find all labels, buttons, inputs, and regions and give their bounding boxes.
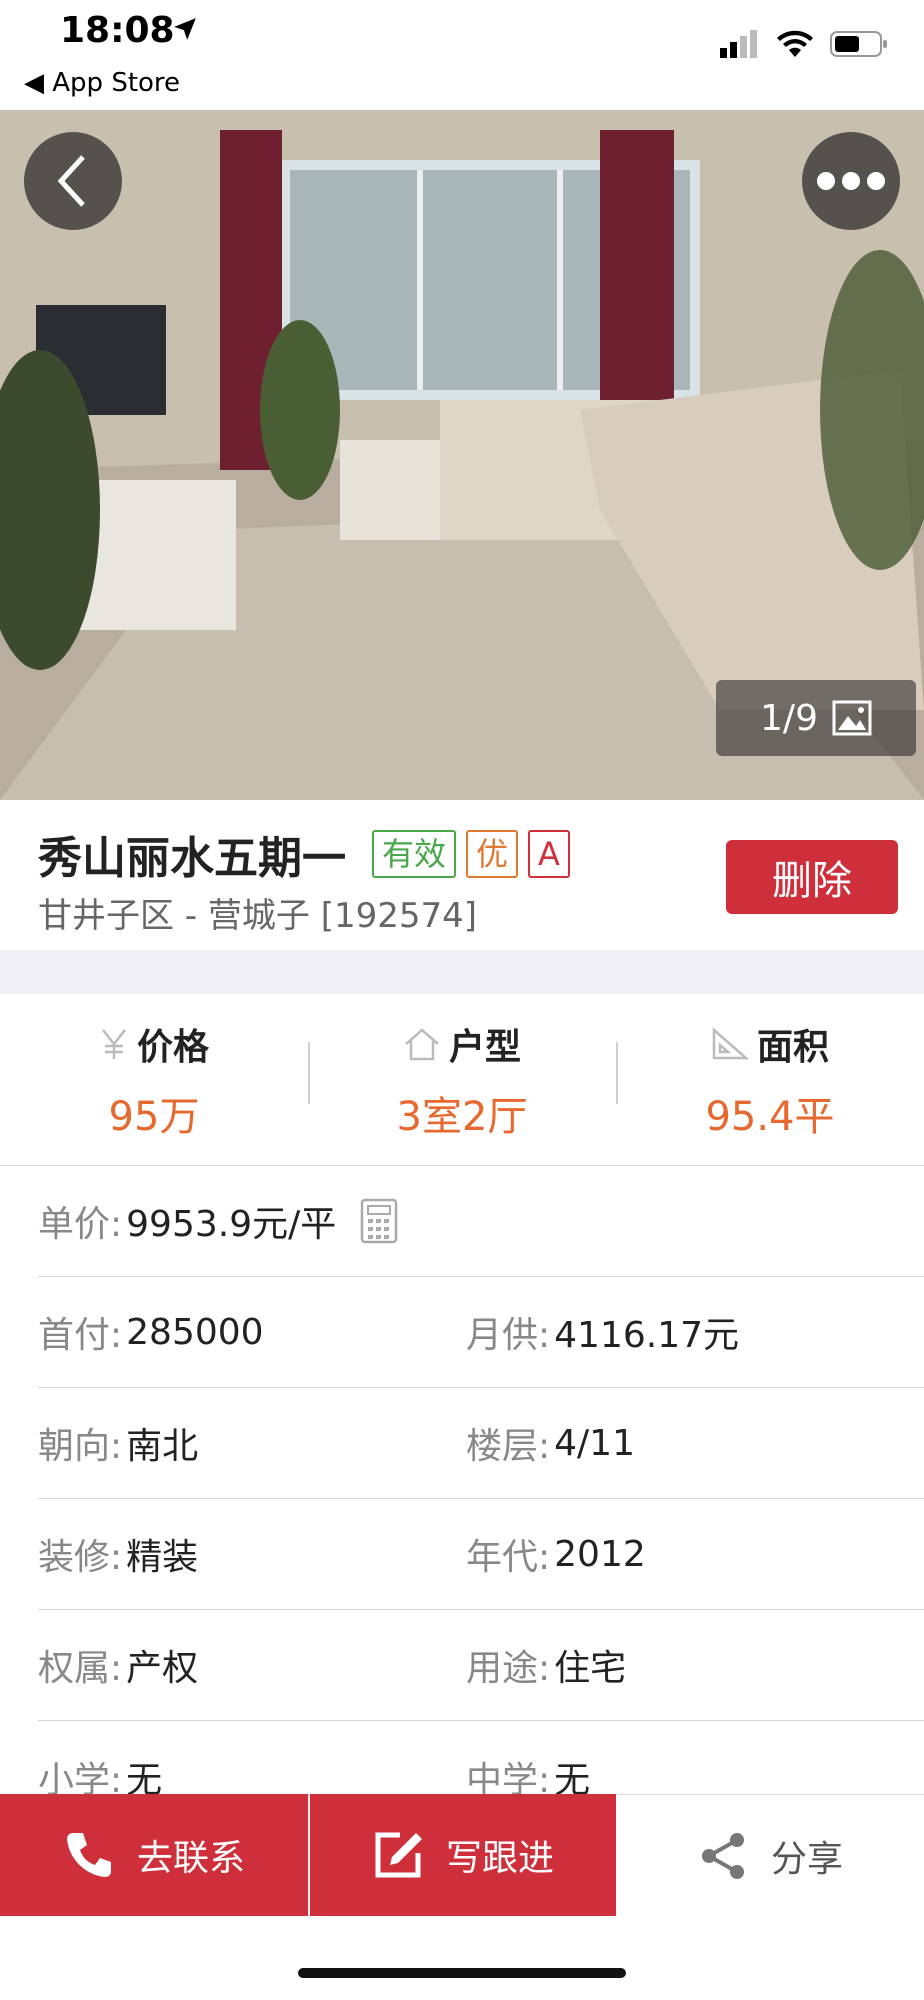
floor-label: 楼层:	[466, 1426, 551, 1467]
quality-badge: 优	[466, 830, 519, 878]
more-button[interactable]	[802, 132, 900, 230]
stat-area: 面积 95.4平	[616, 994, 924, 1165]
down-payment-label: 首付:	[38, 1315, 123, 1356]
listing-photo[interactable]: 1/9	[0, 110, 924, 800]
detail-row: 朝向: 南北 楼层: 4/11	[38, 1388, 924, 1499]
stat-layout-label: 户型	[448, 1026, 521, 1068]
battery-icon	[830, 31, 887, 57]
orientation-value: 南北	[126, 1426, 199, 1467]
calculator-icon[interactable]	[360, 1198, 398, 1244]
ruler-icon	[712, 1026, 749, 1059]
orientation-label: 朝向:	[38, 1426, 123, 1467]
monthly-payment-value: 4116.17元	[554, 1315, 740, 1356]
wifi-icon	[777, 30, 813, 57]
bottom-safe-area	[0, 1916, 924, 2000]
photo-counter[interactable]: 1/9	[716, 680, 916, 756]
phone-icon	[66, 1833, 111, 1877]
detail-row: 首付: 285000 月供: 4116.17元	[38, 1277, 924, 1388]
usage-value: 住宅	[554, 1648, 627, 1689]
listing-location: 甘井子区 - 营城子 [192574]	[38, 896, 478, 936]
status-bar: 18:08 ◀ App Store	[0, 0, 924, 110]
grade-badge: A	[528, 830, 570, 878]
details-list: 单价: 9953.9元/平 首付: 285000 月供: 4116.17元 朝向: 南…	[38, 1166, 924, 1832]
follow-up-label: 写跟进	[445, 1838, 554, 1879]
stat-price-label: 价格	[136, 1026, 209, 1068]
share-button[interactable]: 分享	[616, 1794, 924, 1916]
back-to-app-store-link[interactable]: ◀ App Store	[24, 68, 180, 98]
house-icon	[405, 1027, 439, 1060]
location-arrow-icon	[174, 18, 196, 40]
stat-layout-value: 3室2厅	[396, 1093, 528, 1140]
home-indicator[interactable]	[298, 1968, 626, 1978]
delete-button[interactable]: 删除	[726, 840, 898, 914]
section-divider	[0, 950, 924, 994]
gallery-icon	[832, 700, 872, 736]
contact-button[interactable]: 去联系	[0, 1794, 308, 1916]
back-button[interactable]	[24, 132, 122, 230]
chevron-left-icon	[57, 155, 85, 207]
yen-icon	[102, 1028, 126, 1059]
usage-label: 用途:	[466, 1648, 551, 1689]
listing-title: 秀山丽水五期一	[38, 833, 346, 884]
listing-header: 秀山丽水五期一 有效 优 A 甘井子区 - 营城子 [192574] 删除	[0, 800, 924, 950]
down-payment-value: 285000	[126, 1311, 264, 1353]
stat-price: 价格 95万	[0, 994, 308, 1165]
detail-row: 权属: 产权 用途: 住宅	[38, 1610, 924, 1721]
status-time: 18:08	[60, 10, 175, 51]
edit-icon	[375, 1832, 422, 1878]
status-badge: 有效	[372, 830, 457, 878]
detail-row: 装修: 精装 年代: 2012	[38, 1499, 924, 1610]
share-label: 分享	[770, 1838, 843, 1880]
unit-price-label: 单价:	[38, 1204, 123, 1245]
monthly-payment-label: 月供:	[466, 1315, 551, 1356]
photo-counter-text: 1/9	[760, 697, 818, 739]
stat-area-label: 面积	[756, 1026, 829, 1068]
stat-area-value: 95.4平	[705, 1093, 835, 1140]
bottom-action-bar: 去联系 写跟进 分享	[0, 1794, 924, 1916]
key-stats: 价格 95万 户型 3室2厅 面积 95.4平	[0, 994, 924, 1166]
more-dots-icon	[817, 172, 885, 190]
stat-layout: 户型 3室2厅	[308, 994, 616, 1165]
year-label: 年代:	[466, 1537, 551, 1578]
detail-row: 单价: 9953.9元/平	[38, 1166, 924, 1277]
status-indicators	[720, 30, 888, 58]
unit-price-value: 9953.9元/平	[126, 1204, 337, 1245]
decoration-label: 装修:	[38, 1537, 123, 1578]
decoration-value: 精装	[126, 1537, 199, 1578]
follow-up-button[interactable]: 写跟进	[308, 1794, 616, 1916]
floor-value: 4/11	[554, 1422, 635, 1464]
ownership-value: 产权	[126, 1648, 199, 1689]
share-icon	[701, 1832, 744, 1879]
stat-price-value: 95万	[108, 1093, 200, 1140]
title-row: 秀山丽水五期一 有效 优 A	[38, 822, 570, 886]
ownership-label: 权属:	[38, 1648, 123, 1689]
cellular-signal-icon	[720, 30, 757, 58]
year-value: 2012	[554, 1533, 646, 1575]
contact-label: 去联系	[136, 1838, 245, 1879]
